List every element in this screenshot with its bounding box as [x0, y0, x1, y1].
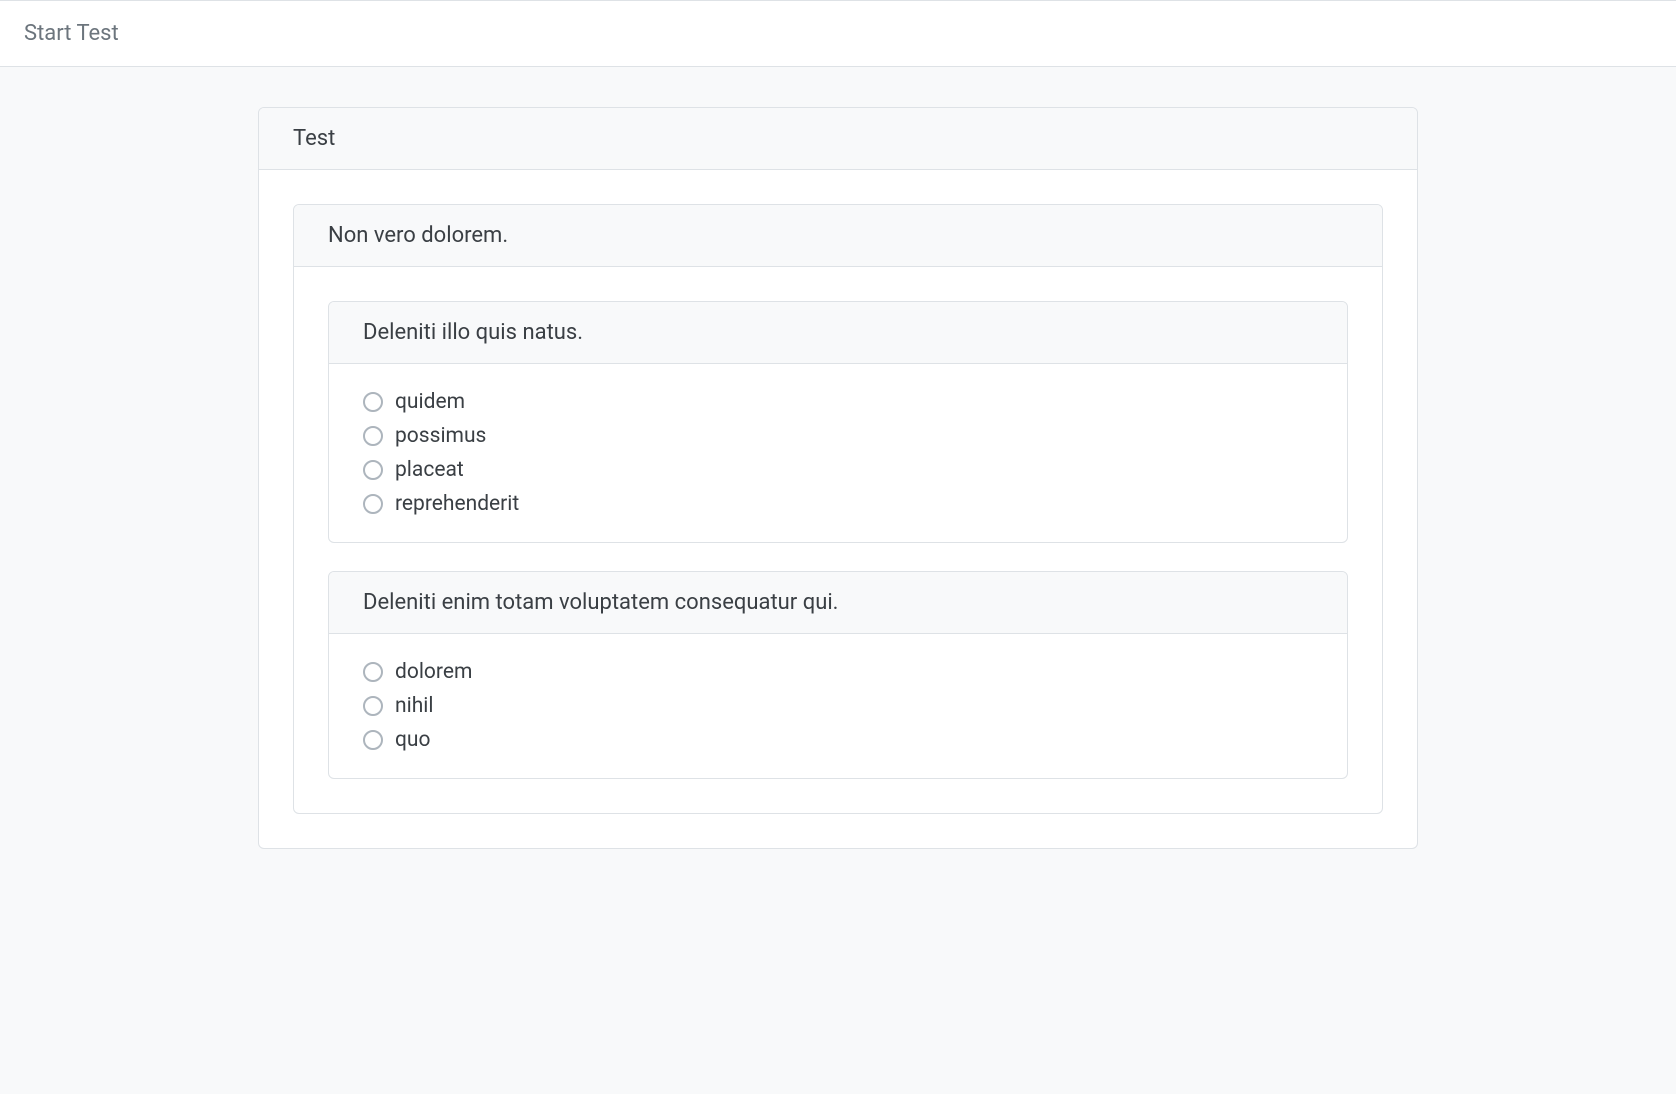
- option-label: possimus: [395, 424, 486, 448]
- question-options: dolorem nihil quo: [329, 634, 1347, 778]
- option-row[interactable]: quidem: [363, 390, 1313, 414]
- question-card: Deleniti illo quis natus. quidem possimu…: [328, 301, 1348, 543]
- option-row[interactable]: reprehenderit: [363, 492, 1313, 516]
- radio-icon: [363, 460, 383, 480]
- section-card-header: Non vero dolorem.: [294, 205, 1382, 267]
- top-bar: Start Test: [0, 0, 1676, 67]
- question-prompt: Deleniti illo quis natus.: [329, 302, 1347, 364]
- question-prompt: Deleniti enim totam voluptatem consequat…: [329, 572, 1347, 634]
- option-row[interactable]: nihil: [363, 694, 1313, 718]
- option-label: quo: [395, 728, 431, 752]
- test-card: Test Non vero dolorem. Deleniti illo qui…: [258, 107, 1418, 849]
- test-card-body: Non vero dolorem. Deleniti illo quis nat…: [259, 170, 1417, 848]
- question-card: Deleniti enim totam voluptatem consequat…: [328, 571, 1348, 779]
- radio-icon: [363, 426, 383, 446]
- option-row[interactable]: placeat: [363, 458, 1313, 482]
- section-card: Non vero dolorem. Deleniti illo quis nat…: [293, 204, 1383, 814]
- option-label: nihil: [395, 694, 433, 718]
- section-card-body: Deleniti illo quis natus. quidem possimu…: [294, 267, 1382, 813]
- radio-icon: [363, 392, 383, 412]
- test-card-header: Test: [259, 108, 1417, 170]
- main-container: Test Non vero dolorem. Deleniti illo qui…: [238, 67, 1438, 889]
- question-options: quidem possimus placeat: [329, 364, 1347, 542]
- option-label: placeat: [395, 458, 464, 482]
- radio-icon: [363, 696, 383, 716]
- option-label: dolorem: [395, 660, 472, 684]
- page-title: Start Test: [24, 21, 1652, 46]
- radio-icon: [363, 494, 383, 514]
- radio-icon: [363, 662, 383, 682]
- option-row[interactable]: dolorem: [363, 660, 1313, 684]
- radio-icon: [363, 730, 383, 750]
- option-label: quidem: [395, 390, 465, 414]
- option-row[interactable]: quo: [363, 728, 1313, 752]
- option-label: reprehenderit: [395, 492, 519, 516]
- option-row[interactable]: possimus: [363, 424, 1313, 448]
